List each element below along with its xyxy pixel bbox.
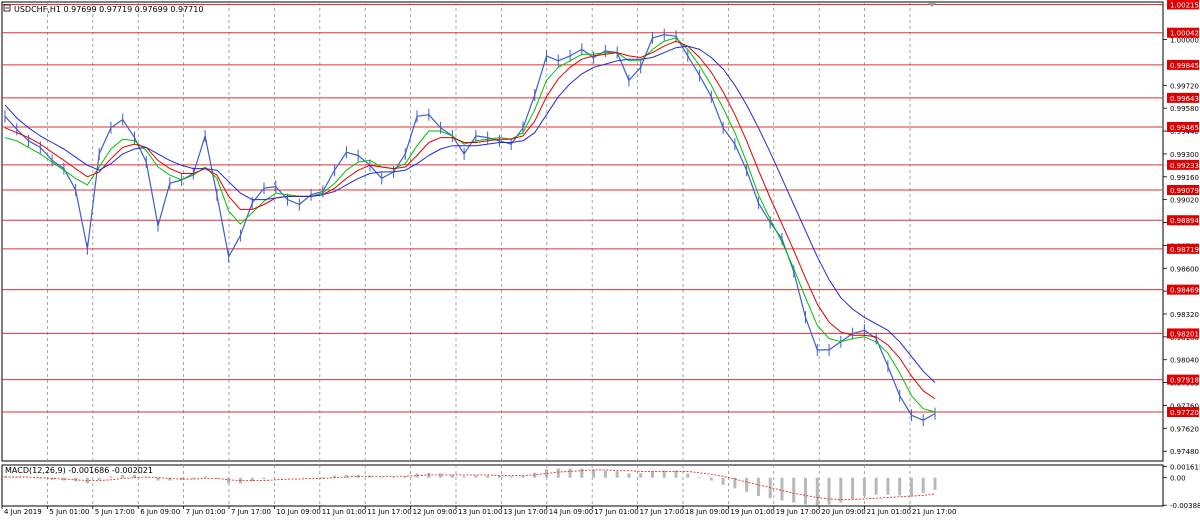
macd-y-tick-label: -0.003887 xyxy=(1170,502,1200,510)
x-tick-label: 21 Jun 01:00 xyxy=(867,508,911,516)
x-tick-label: 11 Jun 17:00 xyxy=(367,508,411,516)
y-tick-label: 1.00000 xyxy=(1170,37,1199,45)
y-tick-label: 0.99720 xyxy=(1170,82,1199,90)
y-tick-label: 0.97480 xyxy=(1170,448,1199,456)
x-tick-label: 5 Jun 17:00 xyxy=(95,508,135,516)
x-tick-label: 11 Jun 01:00 xyxy=(322,508,366,516)
y-tick-label: 0.97620 xyxy=(1170,425,1199,433)
x-tick-label: 17 Jun 01:00 xyxy=(594,508,638,516)
grid xyxy=(1,1,1164,507)
series-line-price xyxy=(4,34,936,421)
macd-title: MACD(12,26,9) -0.001686 -0.002021 xyxy=(5,466,153,475)
y-tick-label: 0.99300 xyxy=(1170,151,1199,159)
x-tick-label: 20 Jun 09:00 xyxy=(821,508,865,516)
window-title: USDCHF,H1 0.97699 0.97719 0.97699 0.9771… xyxy=(14,5,203,14)
level-price-label: 0.99643 xyxy=(1170,95,1199,103)
level-price-label: 0.99233 xyxy=(1170,162,1199,170)
x-tick-label: 21 Jun 17:00 xyxy=(912,508,956,516)
x-tick-label: 6 Jun 09:00 xyxy=(140,508,180,516)
level-price-label: 0.97918 xyxy=(1170,377,1199,385)
series-line-ma_fast xyxy=(4,37,936,413)
series-line-ma_slow xyxy=(4,45,936,383)
main-plot-frame xyxy=(1,1,1164,462)
level-price-label: 0.99079 xyxy=(1170,187,1199,195)
level-price-label: 1.00215 xyxy=(1170,1,1199,9)
y-tick-label: 0.98600 xyxy=(1170,265,1199,273)
y-tick-label: 0.98040 xyxy=(1170,357,1199,365)
x-tick-label: 7 Jun 01:00 xyxy=(186,508,226,516)
x-tick-label: 5 Jun 01:00 xyxy=(49,508,89,516)
price-series xyxy=(4,28,936,427)
macd-y-tick-label: 0.001615 xyxy=(1170,463,1200,471)
y-tick-label: 0.99020 xyxy=(1170,197,1199,205)
x-tick-label: 7 Jun 17:00 xyxy=(231,508,271,516)
level-price-label: 1.00042 xyxy=(1170,30,1199,38)
axes: 4 Jun 2019 5 Jun 01:00 5 Jun 17:00 6 Jun 09… xyxy=(1,0,1200,516)
x-tick-label: 14 Jun 09:00 xyxy=(549,508,593,516)
x-tick-label: 13 Jun 17:00 xyxy=(503,508,547,516)
x-tick-label: 12 Jun 09:00 xyxy=(413,508,457,516)
level-price-label: 0.99465 xyxy=(1170,124,1199,132)
y-tick-label: 0.99580 xyxy=(1170,105,1199,113)
level-price-label: 0.97720 xyxy=(1170,409,1199,417)
x-tick-label: 10 Jun 09:00 xyxy=(276,508,320,516)
x-tick-label: 17 Jun 17:00 xyxy=(640,508,684,516)
price-chart-svg: 4 Jun 2019 5 Jun 01:00 5 Jun 17:00 6 Jun 09… xyxy=(1,0,1200,516)
level-price-label: 0.99845 xyxy=(1170,62,1199,70)
y-tick-label: 0.99160 xyxy=(1170,174,1199,182)
level-price-label: 0.98469 xyxy=(1170,287,1199,295)
x-tick-label: 19 Jun 17:00 xyxy=(776,508,820,516)
horizontal-levels xyxy=(2,3,1163,413)
chart-scroll-marker-icon[interactable] xyxy=(928,3,936,7)
level-price-label: 0.98201 xyxy=(1170,330,1199,338)
level-price-label: 0.98719 xyxy=(1170,246,1199,254)
chart-window: 4 Jun 2019 5 Jun 01:00 5 Jun 17:00 6 Jun 09… xyxy=(0,0,1200,523)
y-tick-label: 0.98320 xyxy=(1170,311,1199,319)
macd-y-tick-label: 0.00 xyxy=(1170,475,1186,483)
x-tick-label: 13 Jun 01:00 xyxy=(458,508,502,516)
x-tick-label: 19 Jun 01:00 xyxy=(730,508,774,516)
x-tick-label: 4 Jun 2019 xyxy=(4,508,42,516)
level-price-label: 0.98894 xyxy=(1170,217,1199,225)
x-tick-label: 18 Jun 09:00 xyxy=(685,508,729,516)
